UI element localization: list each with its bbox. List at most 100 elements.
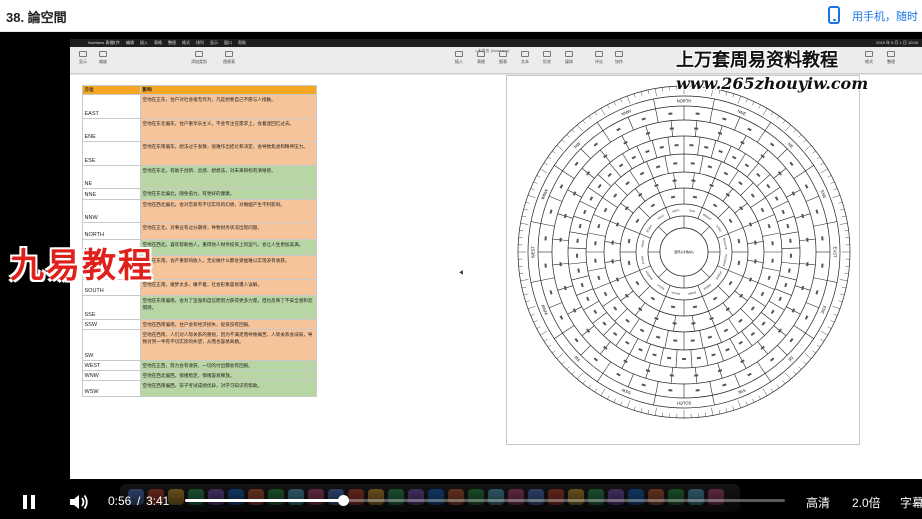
progress-bar[interactable] [185,495,785,506]
direction-cell[interactable]: EAST [82,94,141,119]
degree-tick [812,350,816,354]
phone-watch-link[interactable]: 用手机，随时 [852,8,918,24]
effect-cell[interactable]: 空地在西北，喜欢帮助他人，重得他人财务投资上的运气，会让人生更加美满。 [140,238,317,256]
direction-cell[interactable]: NNW [82,198,141,224]
degree-tick [793,371,797,375]
effect-cell[interactable]: 空地在正东，住户对社会毫无作为，凡是想要自己不愿与人接触。 [140,94,317,119]
effect-cell[interactable]: 空地在西南，人们对人际关系的重视，因为不满足而导致痛苦，人际关系会减弱，导致对另… [140,328,317,361]
direction-cell[interactable]: NNE [82,188,141,200]
effect-cell[interactable]: 空地在正西，努力会有收获，一切的付出都会有回报。 [140,359,317,371]
toolbar-button[interactable]: 显示 [74,49,92,71]
deity-label: AGNI [640,240,645,248]
ring-glyph [637,192,643,197]
sector-divider [714,161,722,179]
effect-cell[interactable]: 空地在正南，做梦太多，睡不着，社会形象容易遭人误解。 [140,278,317,296]
sector-divider [805,332,814,339]
toolbar-button[interactable]: 格式 [860,49,878,71]
sector-divider [697,207,703,219]
degree-tick [530,313,535,316]
sector-divider [583,300,600,311]
ring-glyph [778,296,782,302]
direction-cell[interactable]: NORTH [82,222,141,240]
direction-cell[interactable]: WNW [82,369,141,381]
toolbar-button[interactable]: 图表 [494,49,512,71]
toolbar-button[interactable]: 媒体 [560,49,578,71]
toolbar-button[interactable]: 协作 [610,49,628,71]
direction-label: SOUTH [677,401,692,406]
sector-divider [699,155,704,174]
direction-cell[interactable]: WSW [82,379,141,398]
toolbar-button[interactable]: 文本 [516,49,534,71]
menubar-item[interactable]: 格式 [182,39,190,47]
effect-cell[interactable]: 空地在东南，会产重影响收入，无论做什么都会受挫难以实现没有收获。 [140,254,317,280]
sheet-canvas: 方位 影响 EAST 空地在正东，住户对社会毫无作为，凡是想要自己不愿与人接触。 E… [70,75,922,479]
table-row: ESE 空地在东南偏东，想法过于发散，很难作出结论和决定，会导致焦虑和精神压力。 [82,141,317,166]
direction-cell[interactable]: NE [82,164,141,190]
volume-button[interactable] [68,492,90,512]
toolbar-button[interactable]: 形状 [538,49,556,71]
ring-glyph [559,184,564,189]
menubar-item[interactable]: 窗口 [224,39,232,47]
sector-divider [781,261,800,265]
degree-tick [654,88,657,97]
effect-cell[interactable]: 空地在东北，有助于创新、灵感、想想法，对未来目标有清晰感。 [140,164,317,190]
degree-tick [577,124,583,132]
sector-divider [592,312,607,324]
ring-glyph [695,112,700,115]
quality-button[interactable]: 高清 [806,494,830,511]
sector-divider [646,325,654,343]
menubar-item[interactable]: 编辑 [126,39,134,47]
direction-cell[interactable]: ENE [82,117,141,143]
effect-cell[interactable]: 空地在东北偏东，住户重享乐主义，不会专注在需求上，会着迷回忆过去。 [140,117,317,143]
subtitle-button[interactable]: 字幕 [900,494,922,511]
menubar-item[interactable]: 插入 [140,39,148,47]
effect-cell[interactable]: 空地在西南偏西，孩子考试成绩优异，对学习知识有帮助。 [140,379,317,398]
menubar-item[interactable]: 文件 [112,39,120,47]
degree-tick [704,412,706,417]
toolbar-button[interactable]: 整理 [882,49,900,71]
menubar-item[interactable]: 整理 [168,39,176,47]
effect-cell[interactable]: 空地在西北偏北，会对恋爱有不切实际的幻想，对婚姻产生不利影响。 [140,198,317,224]
ring-glyph [625,340,630,345]
direction-cell[interactable]: SSE [82,294,141,320]
degree-tick [582,120,586,124]
menubar-item[interactable]: 排列 [196,39,204,47]
effect-cell[interactable]: 空地在东南偏东，想法过于发散，很难作出结论和决定，会导致焦虑和精神压力。 [140,141,317,166]
toolbar-button[interactable]: 添加类别 [190,49,208,71]
effect-cell[interactable]: 空地在东北偏北，随免倍力，有更好的健康。 [140,188,317,200]
center-label: BRAHMA [674,250,693,255]
watermark-left: 九易教程 [10,246,154,286]
ring-glyph [597,275,601,281]
direction-cell[interactable]: SSW [82,318,141,330]
progress-fill [185,499,344,502]
effect-cell[interactable]: 空地在西南偏南，住户会有经济损失，投资没有回报。 [140,318,317,330]
effect-cell[interactable]: 空地在正北，对事业有过分期待，导致财务状况出现问题。 [140,222,317,240]
effect-cell[interactable]: 空地在西北偏西，情绪稳定，情绪容易释放。 [140,369,317,381]
compass-chart-frame[interactable]: NORTH NNE NE ENE EAST ESE SE SSE SOUTH SSW SW WSW WE… [506,75,860,445]
effect-cell[interactable]: 空地在东南偏南，会为了坚强和自信而努力获得更多力量，但也反映了不安全感和恐惧感。 [140,294,317,320]
toolbar-button[interactable]: 缩放 [94,49,112,71]
menubar-item[interactable]: Numbers 表格 [88,39,113,47]
degree-tick [812,150,816,154]
phone-icon[interactable] [828,6,840,24]
sector-divider [690,349,693,368]
direction-cell[interactable]: WEST [82,359,141,371]
speed-button[interactable]: 2.0倍 [852,494,881,511]
toolbar-button[interactable]: 评论 [590,49,608,71]
toolbar-button[interactable]: 插入 [450,49,468,71]
toolbar-button[interactable]: 透视表 [220,49,238,71]
ring-glyph [723,171,729,176]
pause-button[interactable] [20,492,40,512]
toolbar-button[interactable]: 表格 [472,49,490,71]
menubar-item[interactable]: 表格 [154,39,162,47]
time-separator: / [137,494,141,508]
menubar-item[interactable]: 帮助 [238,39,246,47]
ring-glyph [761,321,766,326]
ring-glyph [682,358,686,360]
direction-cell[interactable]: SW [82,328,141,361]
direction-label: ENE [820,189,828,199]
degree-tick [613,101,616,106]
ring-glyph [635,280,640,286]
direction-cell[interactable]: ESE [82,141,141,166]
menubar-item[interactable]: 显示 [210,39,218,47]
